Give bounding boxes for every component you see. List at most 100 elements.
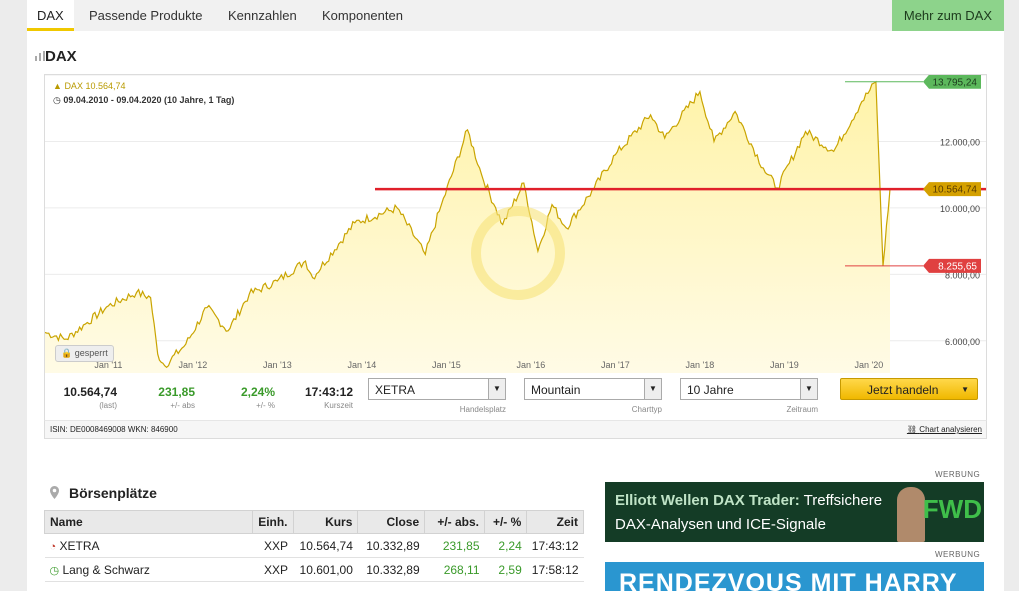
marker-label: 13.795,24 <box>933 77 978 88</box>
clock-icon: ◷ <box>49 564 60 577</box>
stat-last-value: 10.564,74 <box>63 385 117 399</box>
chart-analyze-link[interactable]: ⛓ Chart analysieren <box>907 421 982 438</box>
caret-down-icon: ▼ <box>961 385 969 394</box>
col-name: Name <box>43 510 254 534</box>
tab-bar: DAX Passende Produkte Kennzahlen Kompone… <box>27 0 1004 32</box>
chart-analyze-label: Chart analysieren <box>919 425 982 434</box>
period-select[interactable]: 10 Jahre ▼ <box>680 378 818 400</box>
ad1-line2: DAX-Analysen und ICE-Signale <box>615 516 826 533</box>
x-tick-label: Jan '17 <box>601 360 630 370</box>
exchange-select[interactable]: XETRA ▼ <box>368 378 506 400</box>
stat-abs-label: +/- abs <box>170 401 195 410</box>
tab-komponenten[interactable]: Komponenten <box>322 0 403 31</box>
ad1-person-image <box>897 487 925 542</box>
row-abs: 268,11 <box>424 557 485 582</box>
main-panel: DAX 6.000,008.000,0010.000,0012.000,0014… <box>27 31 1004 591</box>
tab-dax[interactable]: DAX <box>27 0 74 31</box>
lock-icon: 🔒 <box>61 348 73 358</box>
locked-badge: 🔒 gesperrt <box>55 345 114 362</box>
row-time: 17:43:12 <box>526 533 584 558</box>
x-tick-label: Jan '20 <box>855 360 884 370</box>
x-tick-label: Jan '18 <box>686 360 715 370</box>
y-tick-label: 6.000,00 <box>945 337 980 347</box>
tab-kennzahlen[interactable]: Kennzahlen <box>228 0 297 31</box>
chart-svg: 6.000,008.000,0010.000,0012.000,0014.000… <box>45 75 986 374</box>
row-name: ◔ XETRA <box>44 533 253 558</box>
charttype-select[interactable]: Mountain ▼ <box>524 378 662 400</box>
col-pct: +/- % <box>484 510 528 534</box>
row-time: 17:58:12 <box>526 557 584 582</box>
isin-row: ISIN: DE0008469008 WKN: 846900 ⛓ Chart a… <box>44 420 987 439</box>
table-row[interactable]: ◷ Lang & Schwarz XXP 10.601,00 10.332,89… <box>44 557 584 582</box>
ad-label-2: WERBUNG <box>935 550 981 559</box>
stat-time-label: Kurszeit <box>324 401 353 410</box>
x-tick-label: Jan '15 <box>432 360 461 370</box>
x-tick-label: Jan '19 <box>770 360 799 370</box>
period-select-value: 10 Jahre <box>687 383 734 397</box>
pie-clock-icon: ◔ <box>49 540 57 553</box>
y-tick-label: 12.000,00 <box>940 137 980 147</box>
col-time: Zeit <box>526 510 584 534</box>
row-price: 10.601,00 <box>293 557 358 582</box>
x-tick-label: Jan '12 <box>179 360 208 370</box>
exchange-select-label: Handelsplatz <box>459 405 506 414</box>
ad1-title: Elliott Wellen DAX Trader: <box>615 492 800 509</box>
col-price: Kurs <box>292 510 359 534</box>
tab-passende-produkte[interactable]: Passende Produkte <box>89 0 202 31</box>
ad-banner-elliott[interactable]: Elliott Wellen DAX Trader: Treffsichere … <box>605 482 984 542</box>
row-close: 10.332,89 <box>357 533 425 558</box>
row-pct: 2,24 <box>484 533 527 558</box>
chart-date-range: 09.04.2010 - 09.04.2020 <box>63 95 162 105</box>
col-abs: +/- abs. <box>424 510 486 534</box>
clock-icon: ◷ <box>53 95 61 105</box>
row-name-text: Lang & Schwarz <box>62 562 150 577</box>
marker-label: 10.564,74 <box>933 185 978 196</box>
price-chart[interactable]: 6.000,008.000,0010.000,0012.000,0014.000… <box>44 74 987 375</box>
table-row[interactable]: ◔ XETRA XXP 10.564,74 10.332,89 231,85 2… <box>44 533 584 558</box>
x-tick-label: Jan '16 <box>517 360 546 370</box>
trade-button-label: Jetzt handeln <box>867 383 939 397</box>
trade-button[interactable]: Jetzt handeln ▼ <box>840 378 978 400</box>
chevron-down-icon: ▼ <box>800 379 817 399</box>
ad1-logo: FWD <box>922 494 982 524</box>
chart-area <box>45 81 890 374</box>
row-unit: XXP <box>252 557 294 582</box>
link-icon: ⛓ <box>906 425 918 434</box>
charttype-select-value: Mountain <box>531 383 581 397</box>
row-close: 10.332,89 <box>357 557 425 582</box>
marker-label: 8.255,65 <box>938 261 977 272</box>
ad1-headline: Elliott Wellen DAX Trader: Treffsichere <box>615 492 882 509</box>
stat-pct-label: +/- % <box>256 401 275 410</box>
row-name-text: XETRA <box>59 538 100 553</box>
bar-chart-icon <box>35 51 45 61</box>
section-title-boersen: Börsenplätze <box>69 485 157 501</box>
chevron-down-icon: ▼ <box>644 379 661 399</box>
chart-series-value: 10.564,74 <box>85 81 126 91</box>
y-tick-label: 10.000,00 <box>940 204 980 214</box>
x-tick-label: Jan '13 <box>263 360 292 370</box>
ad-label: WERBUNG <box>935 470 981 479</box>
chevron-down-icon: ▼ <box>488 379 505 399</box>
row-unit: XXP <box>252 533 294 558</box>
chart-header: ▲ DAX 10.564,74 ◷ 09.04.2010 - 09.04.202… <box>53 81 234 106</box>
charttype-select-label: Charttyp <box>631 405 662 414</box>
stat-last-label: (last) <box>99 401 117 410</box>
stat-pct-value: 2,24% <box>240 385 275 399</box>
row-pct: 2,59 <box>484 557 527 582</box>
more-dax-button[interactable]: Mehr zum DAX <box>891 0 1004 31</box>
ad-banner-harry[interactable]: RENDEZVOUS MIT HARRY <box>605 562 984 591</box>
exchange-table: Name Einh. Kurs Close +/- abs. +/- % Zei… <box>43 510 584 582</box>
col-unit: Einh. <box>252 510 294 534</box>
row-name: ◷ Lang & Schwarz <box>44 557 253 582</box>
location-pin-icon <box>50 486 59 499</box>
stat-time: 17:43:12 Kurszeit <box>295 385 353 410</box>
period-select-label: Zeitraum <box>786 405 818 414</box>
row-price: 10.564,74 <box>293 533 358 558</box>
ad1-title2: Treffsichere <box>803 492 883 509</box>
chart-period: (10 Jahre, 1 Tag) <box>163 95 235 105</box>
stat-abs: 231,85 +/- abs <box>135 385 195 410</box>
mountain-icon: ▲ <box>53 81 62 91</box>
ad2-text: RENDEZVOUS MIT HARRY <box>619 569 958 591</box>
stat-pct: 2,24% +/- % <box>215 385 275 410</box>
isin-text: ISIN: DE0008469008 WKN: 846900 <box>50 425 178 434</box>
